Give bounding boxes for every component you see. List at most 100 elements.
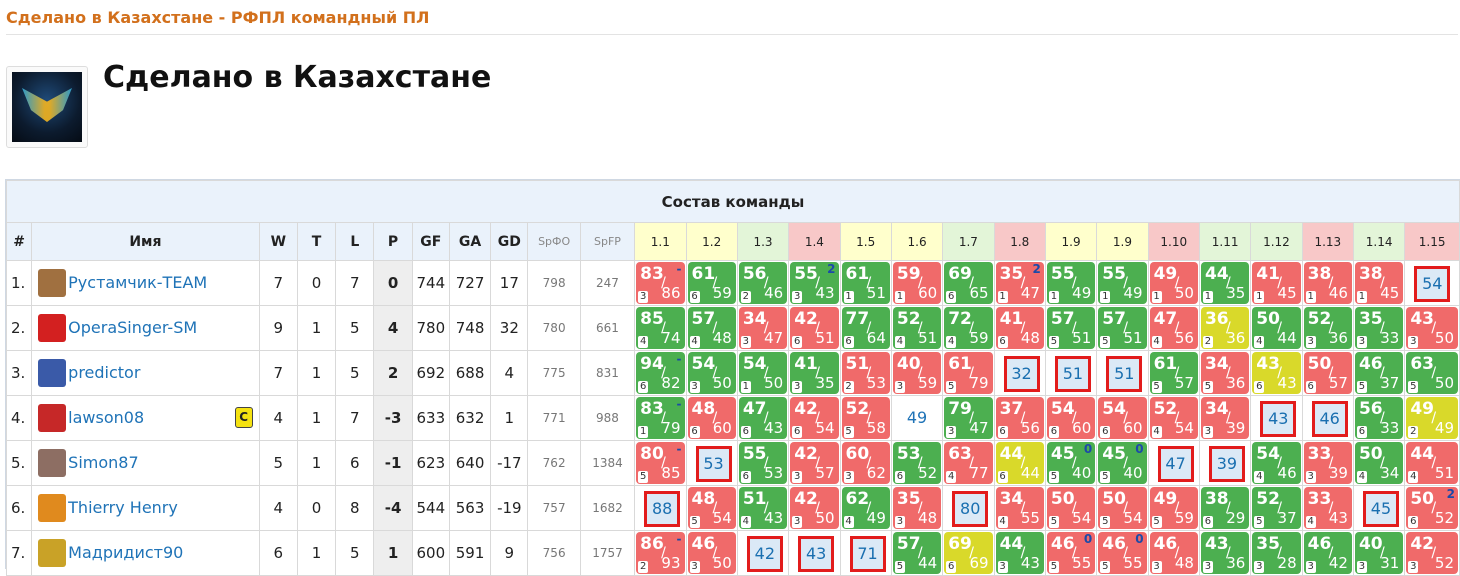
pending-score-box[interactable]: 46	[1311, 401, 1348, 437]
match-result-tile[interactable]: 63/77 4	[944, 442, 993, 484]
pending-score-box[interactable]: 54	[1414, 266, 1451, 302]
match-result-tile[interactable]: 35/33 3	[1354, 307, 1404, 349]
match-result-tile[interactable]: 60/62 3	[841, 442, 890, 484]
match-result-tile[interactable]: 52/37 5	[1252, 487, 1301, 529]
pending-score-box[interactable]: 88	[644, 491, 681, 527]
match-result-tile[interactable]: 50/57 6	[1303, 352, 1352, 394]
avatar[interactable]	[38, 269, 67, 297]
pending-score-box[interactable]: 47	[1157, 446, 1194, 482]
match-result-tile[interactable]: 83/86 3-	[636, 262, 685, 304]
match-result-tile[interactable]: 54/46 4	[1252, 442, 1301, 484]
match-result-tile[interactable]: 36/36 2	[1200, 307, 1250, 349]
col-gameweek[interactable]: 1.12	[1250, 222, 1303, 261]
col-gameweek[interactable]: 1.13	[1301, 222, 1354, 261]
match-result-tile[interactable]: 48/54 5	[687, 487, 736, 529]
match-result-tile[interactable]: 61/51 1	[841, 262, 890, 304]
match-result-tile[interactable]: 61/57 5	[1149, 352, 1198, 394]
player-name-link[interactable]: Simon87	[68, 453, 138, 472]
match-result-tile[interactable]: 42/54 6	[790, 397, 839, 439]
match-result-tile[interactable]: 80/85 5-	[636, 442, 685, 484]
col-gameweek[interactable]: 1.8	[993, 222, 1046, 261]
col-gameweek[interactable]: 1.3	[736, 222, 790, 261]
match-result-tile[interactable]: 52/54 4	[1149, 397, 1198, 439]
col-gameweek[interactable]: 1.5	[839, 222, 892, 261]
match-result-tile[interactable]: 55/49 1	[1046, 262, 1096, 304]
pending-score-box[interactable]: 71	[849, 536, 886, 572]
match-result-tile[interactable]: 50/54 5	[1046, 487, 1096, 529]
match-result-tile[interactable]: 52/58 5	[841, 397, 890, 439]
match-result-tile[interactable]: 46/37 5	[1354, 352, 1404, 394]
match-result-tile[interactable]: 34/55 4	[995, 487, 1044, 529]
match-result-tile[interactable]: 51/53 2	[841, 352, 890, 394]
pending-score-box[interactable]: 32	[1003, 356, 1040, 392]
match-result-tile[interactable]: 49/59 5	[1149, 487, 1198, 529]
match-result-tile[interactable]: 34/39 3	[1200, 397, 1250, 439]
match-result-tile[interactable]: 50/44 4	[1252, 307, 1301, 349]
player-name-link[interactable]: Мадридист90	[68, 543, 183, 562]
match-result-tile[interactable]: 61/59 6	[687, 262, 736, 304]
col-gameweek[interactable]: 1.7	[942, 222, 995, 261]
player-name-link[interactable]: OperaSinger-SM	[68, 318, 197, 337]
match-result-tile[interactable]: 43/50 3	[1406, 307, 1458, 349]
match-result-tile[interactable]: 52/51 4	[892, 307, 942, 349]
match-result-tile[interactable]: 83/79 1-	[636, 397, 685, 439]
match-result-tile[interactable]: 54/50 1	[738, 352, 788, 394]
col-gameweek[interactable]: 1.4	[788, 222, 841, 261]
player-name-link[interactable]: Рустамчик-TEAM	[68, 273, 207, 292]
pending-score-box[interactable]: 43	[798, 536, 835, 572]
match-result-tile[interactable]: 33/39 3	[1303, 442, 1352, 484]
match-result-tile[interactable]: 63/50 5	[1406, 352, 1458, 394]
match-result-tile[interactable]: 35/47 1 2	[995, 262, 1044, 304]
pending-score-box[interactable]: 80	[952, 491, 989, 527]
col-ga[interactable]: GA	[448, 222, 492, 261]
match-result-tile[interactable]: 34/36 5	[1200, 352, 1250, 394]
match-result-tile[interactable]: 56/46 2	[738, 262, 788, 304]
col-gameweek[interactable]: 1.15	[1404, 222, 1460, 261]
col-gf[interactable]: GF	[411, 222, 450, 261]
match-result-tile[interactable]: 47/43 6	[738, 397, 788, 439]
match-result-tile[interactable]: 35/48 3	[892, 487, 942, 529]
col-gameweek[interactable]: 1.1	[634, 222, 687, 261]
match-result-tile[interactable]: 44/44 6	[995, 442, 1044, 484]
match-result-tile[interactable]: 50/34 4	[1354, 442, 1404, 484]
match-result-tile[interactable]: 38/46 1	[1303, 262, 1352, 304]
pending-score-box[interactable]: 51	[1054, 356, 1091, 392]
match-result-tile[interactable]: 51/43 4	[738, 487, 788, 529]
match-result-tile[interactable]: 61/79 5	[944, 352, 993, 394]
match-result-tile[interactable]: 38/29 6	[1200, 487, 1250, 529]
col-spfo[interactable]: SpФО	[527, 222, 581, 261]
col-gameweek[interactable]: 1.9	[1044, 222, 1098, 261]
col-gameweek[interactable]: 1.9	[1096, 222, 1149, 261]
match-result-tile[interactable]: 37/56 6	[995, 397, 1044, 439]
match-result-tile[interactable]: 55/53 6	[738, 442, 788, 484]
match-result-tile[interactable]: 38/45 1	[1354, 262, 1404, 304]
pending-score-box[interactable]: 45	[1362, 491, 1399, 527]
match-result-tile[interactable]: 56/33 6	[1354, 397, 1404, 439]
col-gd[interactable]: GD	[490, 222, 529, 261]
match-result-tile[interactable]: 77/64 6	[841, 307, 890, 349]
match-result-tile[interactable]: 55/49 1	[1098, 262, 1147, 304]
match-result-tile[interactable]: 53/52 6	[892, 442, 942, 484]
avatar[interactable]	[38, 494, 67, 522]
match-result-tile[interactable]: 44/51 4	[1406, 442, 1458, 484]
match-result-tile[interactable]: 50/54 5	[1098, 487, 1147, 529]
match-result-tile[interactable]: 72/59 4	[944, 307, 993, 349]
match-result-tile[interactable]: 34/47 3	[738, 307, 788, 349]
col-t[interactable]: T	[296, 222, 337, 261]
pending-score-box[interactable]: 42	[746, 536, 783, 572]
avatar[interactable]	[38, 539, 67, 567]
match-result-tile[interactable]: 59/60 1	[892, 262, 942, 304]
match-result-tile[interactable]: 42/51 6	[790, 307, 839, 349]
match-result-tile[interactable]: 57/51 5	[1046, 307, 1096, 349]
avatar[interactable]	[38, 449, 67, 477]
match-result-tile[interactable]: 50/52 6 2	[1406, 487, 1458, 529]
match-result-tile[interactable]: 54/60 6	[1098, 397, 1147, 439]
pending-score-box[interactable]: 51	[1106, 356, 1143, 392]
pending-score-box[interactable]: 39	[1208, 446, 1245, 482]
player-name-link[interactable]: lawson08	[68, 408, 144, 427]
pending-score-box[interactable]: 53	[695, 446, 732, 482]
match-result-tile[interactable]: 79/47 3	[944, 397, 993, 439]
match-result-tile[interactable]: 48/60 6	[687, 397, 736, 439]
match-result-tile[interactable]: 42/50 3	[790, 487, 839, 529]
match-result-tile[interactable]: 44/35 1	[1200, 262, 1250, 304]
